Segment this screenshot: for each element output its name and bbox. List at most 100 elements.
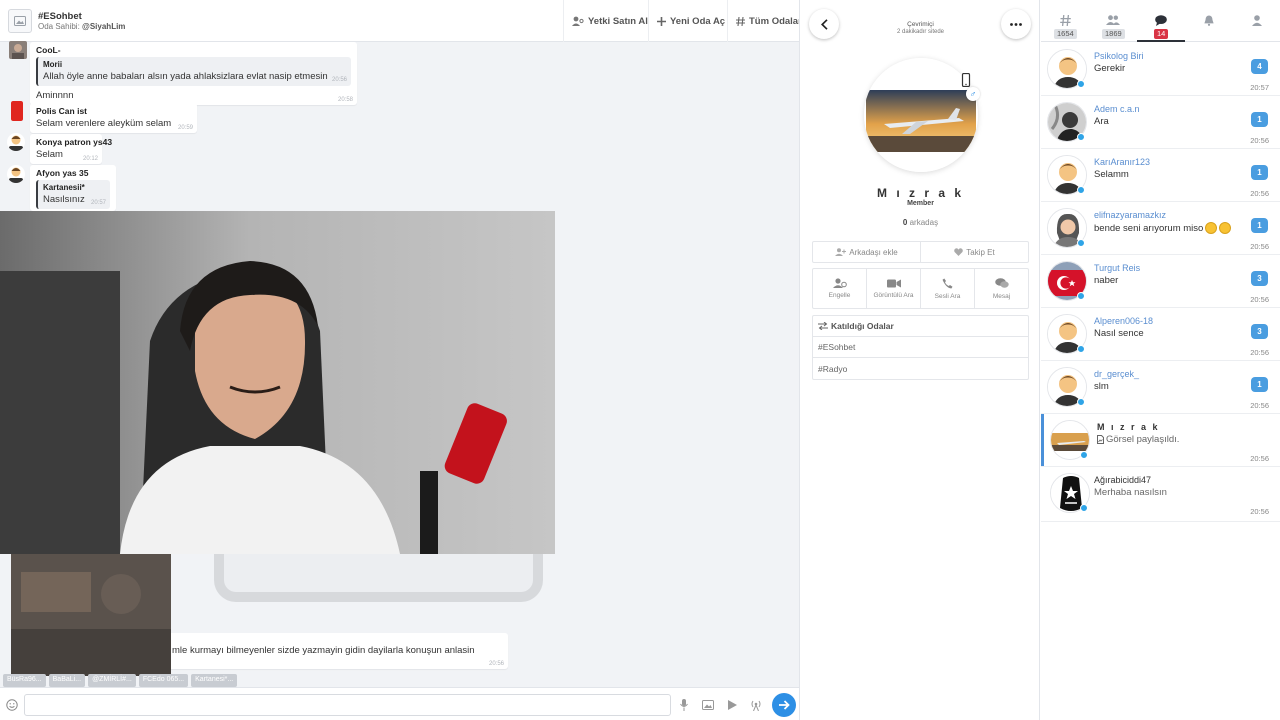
tab-rooms[interactable]: 1654 <box>1041 0 1089 42</box>
more-options-button[interactable] <box>1001 9 1031 39</box>
all-rooms-button[interactable]: Tüm Odalar <box>727 0 799 42</box>
follow-button[interactable]: Takip Et <box>921 242 1028 262</box>
play-icon[interactable] <box>723 696 741 714</box>
tab-private-messages[interactable]: 14 <box>1137 0 1185 42</box>
profile-name: M ı z r a k <box>876 186 965 200</box>
avatar[interactable] <box>11 101 23 121</box>
conversation-preview: Gerekir <box>1094 63 1126 74</box>
block-button[interactable]: Engelle <box>813 269 867 308</box>
heart-icon <box>954 248 964 256</box>
online-indicator <box>1077 80 1085 88</box>
online-indicator <box>1080 504 1088 512</box>
conversation-time: 20:56 <box>1250 189 1269 198</box>
video-stream-main[interactable] <box>0 211 555 554</box>
image-icon[interactable] <box>699 696 717 714</box>
typing-user-chip[interactable]: BaBaLi... <box>48 674 86 687</box>
joined-rooms-list: Katıldığı Odalar #ESohbet #Radyo <box>812 315 1029 380</box>
message-username[interactable]: Afyon yas 35 <box>36 168 110 178</box>
message-username[interactable]: Konya patron ys43 <box>36 137 112 147</box>
conversation-name: Adem c.a.n <box>1094 104 1140 114</box>
new-room-button[interactable]: Yeni Oda Aç <box>648 0 733 42</box>
conversation-preview: Görsel paylaşıldı. <box>1097 434 1179 445</box>
conversation-preview: Selamm <box>1094 169 1129 180</box>
message-time: 20:58 <box>337 97 353 103</box>
video-call-label: Görüntülü Ara <box>873 291 914 299</box>
conversation-name: dr_gerçek_ <box>1094 369 1140 379</box>
add-friend-button[interactable]: Arkadaşı ekle <box>813 242 921 262</box>
message-button[interactable]: Mesaj <box>975 269 1028 308</box>
hash-icon <box>1058 13 1072 27</box>
quote-text: Allah öyle anne babaları alsın yada ahla… <box>43 71 328 82</box>
users-icon <box>1106 13 1120 27</box>
avatar[interactable] <box>7 133 25 151</box>
conversation-item[interactable]: Turgut Reis naber 3 20:56 <box>1041 255 1280 308</box>
conversation-item[interactable]: dr_gerçek_ slm 1 20:56 <box>1041 361 1280 414</box>
online-indicator <box>1077 133 1085 141</box>
joined-room-label: #ESohbet <box>818 342 856 352</box>
joined-room-item[interactable]: #Radyo <box>813 358 1028 379</box>
chat-message: Konya patron ys43 Selam 20:12 <box>30 134 112 164</box>
voice-call-button[interactable]: Sesli Ara <box>921 269 975 308</box>
quoted-message: Morii Allah öyle anne babaları alsın yad… <box>36 57 351 86</box>
message-username[interactable]: Polis Can ist <box>36 106 191 116</box>
conversation-time: 20:56 <box>1250 136 1269 145</box>
mobile-icon <box>961 73 971 87</box>
block-label: Engelle <box>828 292 851 299</box>
microphone-icon[interactable] <box>675 696 693 714</box>
quoted-message: Kartanesii* Nasılsınız 20:57 <box>36 180 110 209</box>
typing-user-chip[interactable]: Kartanesi*... <box>191 674 238 687</box>
typing-user-chip[interactable]: FCEdo 065... <box>138 674 189 687</box>
joined-room-item[interactable]: #ESohbet <box>813 337 1028 358</box>
broadcast-icon[interactable] <box>747 696 765 714</box>
chat-bubbles-icon <box>994 277 1009 288</box>
emoji-icon[interactable] <box>3 696 21 714</box>
send-button[interactable] <box>772 693 796 717</box>
joined-rooms-header: Katıldığı Odalar <box>813 316 1028 337</box>
typing-user-chip[interactable]: BüsRa96... <box>3 674 46 687</box>
typing-user-chip[interactable]: @ZMİRLİ#... <box>88 674 136 687</box>
conversation-preview: Merhaba nasılsın <box>1094 487 1167 498</box>
video-stream-secondary[interactable] <box>11 554 171 676</box>
conversation-item[interactable]: KarıAranır123 Selamm 1 20:56 <box>1041 149 1280 202</box>
message-composer <box>0 687 799 720</box>
video-call-button[interactable]: Görüntülü Ara <box>867 269 921 308</box>
conversation-time: 20:57 <box>1250 83 1269 92</box>
avatar[interactable] <box>7 165 25 183</box>
message-username[interactable]: CooL- <box>36 45 351 55</box>
chat-icon <box>1154 13 1168 27</box>
buy-authority-label: Yetki Satın Al <box>588 15 648 27</box>
exchange-icon <box>818 322 828 330</box>
message-label: Mesaj <box>992 292 1011 300</box>
user-icon <box>1250 13 1264 27</box>
typing-users: BüsRa96... BaBaLi... @ZMİRLİ#... FCEdo 0… <box>3 674 238 687</box>
online-indicator <box>1080 451 1088 459</box>
conversation-item[interactable]: elifnazyaramazkız bende seni arıyorum mi… <box>1041 202 1280 255</box>
conversation-time: 20:56 <box>1250 295 1269 304</box>
conversation-name: KarıAranır123 <box>1094 157 1151 167</box>
room-image-icon[interactable] <box>8 9 32 33</box>
tab-notifications[interactable] <box>1185 0 1233 42</box>
user-key-icon <box>572 16 584 26</box>
conversation-item[interactable]: Adem c.a.n Ara 1 20:56 <box>1041 96 1280 149</box>
quote-username: Morii <box>43 60 63 69</box>
conversation-item[interactable]: Psikolog Biri Gerekir 4 20:57 <box>1041 43 1280 96</box>
avatar[interactable] <box>9 41 27 59</box>
message-time: 20:59 <box>177 125 193 131</box>
buy-authority-button[interactable]: Yetki Satın Al <box>563 0 656 42</box>
quote-text: Nasılsınız <box>43 194 85 205</box>
conversation-time: 20:56 <box>1250 454 1269 463</box>
online-indicator <box>1077 398 1085 406</box>
room-owner-name[interactable]: @SiyahLim <box>82 22 125 31</box>
ellipsis-icon <box>1010 22 1022 26</box>
conversation-preview-text: bende seni arıyorum miso <box>1094 222 1204 234</box>
conversation-item[interactable]: Alperen006-18 Nasıl sence 3 20:56 <box>1041 308 1280 361</box>
conversation-item[interactable]: Ağırabiciddi47 Merhaba nasılsın 20:56 <box>1041 467 1280 522</box>
conversation-preview: Ara <box>1094 116 1109 127</box>
tab-users[interactable]: 1869 <box>1089 0 1137 42</box>
file-image-icon <box>1097 435 1104 444</box>
message-input[interactable] <box>24 694 671 716</box>
chat-message: Polis Can ist Selam verenlere aleyküm se… <box>30 103 197 133</box>
conversation-item[interactable]: M ı z r a k Görsel paylaşıldı. 20:56 <box>1041 414 1280 467</box>
tab-profile[interactable] <box>1233 0 1280 42</box>
profile-panel: Çevrimiçi 2 dakikadır sitede ♂ M ı z r a… <box>801 0 1040 720</box>
